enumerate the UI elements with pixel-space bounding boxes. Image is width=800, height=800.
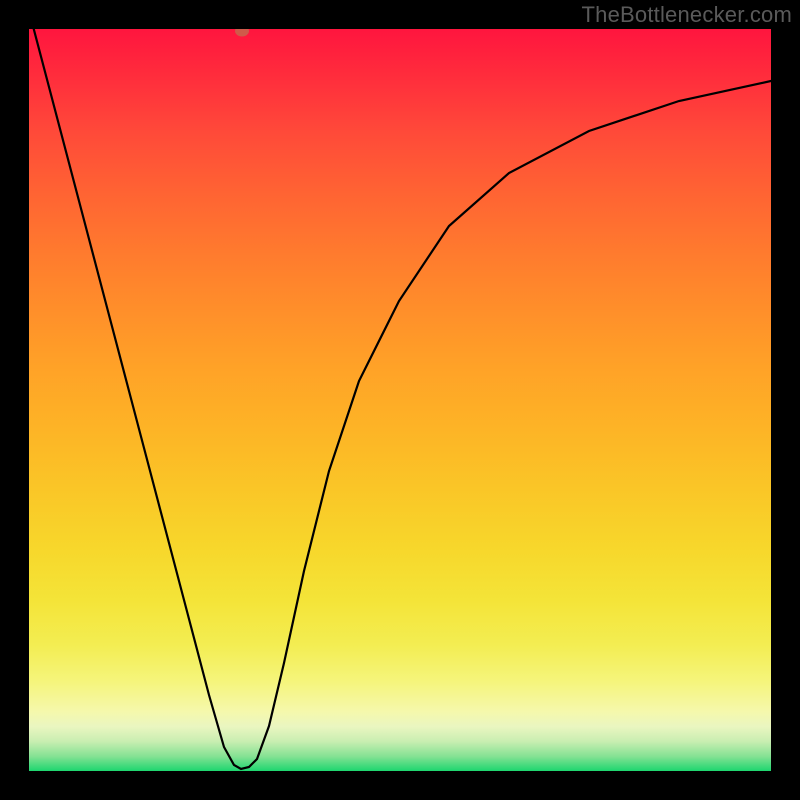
curve-svg — [29, 29, 771, 771]
plot-area — [29, 29, 771, 771]
watermark-text: TheBottlenecker.com — [582, 2, 792, 28]
bottleneck-curve — [29, 29, 771, 769]
chart-frame: TheBottlenecker.com — [0, 0, 800, 800]
